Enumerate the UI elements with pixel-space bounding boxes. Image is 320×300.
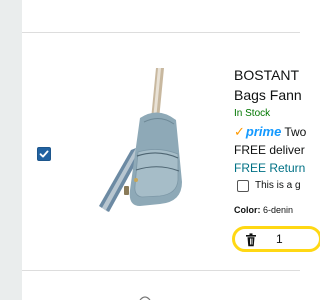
- product-title-line-2[interactable]: Bags Fann: [234, 86, 302, 104]
- prime-label: prime: [245, 124, 282, 139]
- quantity-stepper[interactable]: 1: [232, 226, 320, 252]
- free-delivery-text: FREE deliver: [234, 143, 305, 157]
- trash-icon[interactable]: [245, 233, 257, 247]
- row-divider-bottom: [22, 270, 300, 271]
- checkmark-icon: [39, 150, 49, 158]
- prime-delivery-text: Two: [284, 125, 307, 139]
- select-item-checkbox[interactable]: [37, 147, 51, 161]
- gift-checkbox[interactable]: [237, 180, 249, 192]
- next-item-image-partial: [139, 296, 151, 300]
- stock-status: In Stock: [234, 108, 271, 119]
- color-label: Color:: [234, 205, 261, 215]
- product-image[interactable]: [78, 60, 198, 220]
- color-value: 6-denin: [263, 205, 294, 215]
- prime-badge: ✓ prime Two: [234, 124, 306, 140]
- row-divider-top: [22, 32, 300, 33]
- left-gutter: [0, 0, 22, 300]
- gift-label: This is a g: [255, 180, 301, 191]
- quantity-value: 1: [276, 232, 283, 246]
- product-title-line-1[interactable]: BOSTANT: [234, 66, 299, 84]
- prime-checkmark-icon: ✓: [234, 124, 245, 139]
- free-returns-link[interactable]: FREE Return: [234, 161, 305, 175]
- color-info: Color: 6-denin: [234, 205, 293, 215]
